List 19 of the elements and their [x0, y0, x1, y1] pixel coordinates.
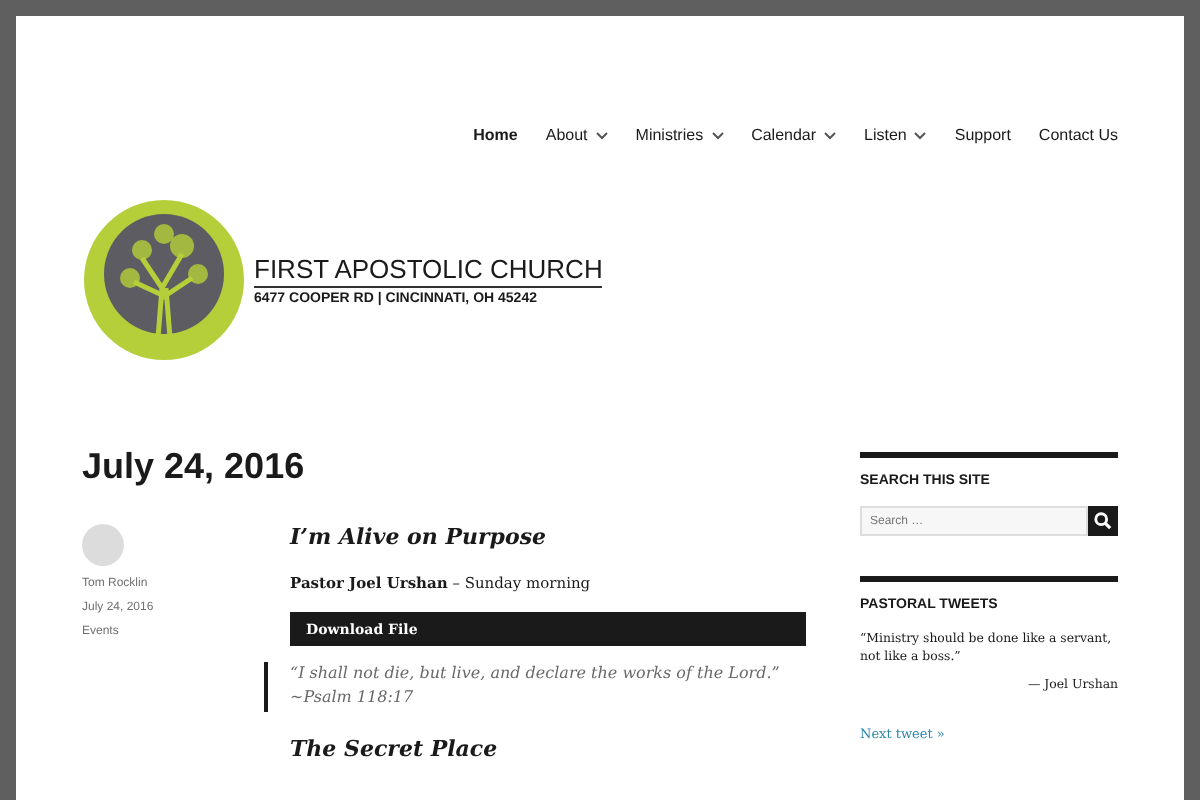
nav-link[interactable]: Home	[473, 120, 518, 150]
nav-link[interactable]: Contact Us	[1038, 120, 1118, 150]
scripture-quote: “I shall not die, but live, and declare the works of the Lord.” ~Psalm 118:17	[264, 662, 806, 712]
nav-link[interactable]: Ministries	[635, 120, 724, 150]
nav-link[interactable]: Support	[954, 120, 1011, 150]
chevron-down-icon	[914, 131, 927, 139]
church-name: FIRST APOSTOLIC CHURCH	[254, 254, 603, 288]
nav-link[interactable]: About	[545, 120, 608, 150]
post-title[interactable]: I’m Alive on Purpose	[290, 524, 806, 550]
search-button[interactable]	[1088, 506, 1118, 536]
chevron-down-icon	[711, 131, 724, 139]
chevron-down-icon	[595, 131, 608, 139]
post-title[interactable]: The Secret Place	[290, 735, 806, 762]
avatar-icon	[82, 524, 124, 566]
chevron-down-icon	[824, 131, 837, 139]
nav-link[interactable]: Listen	[864, 120, 927, 150]
nav-link[interactable]: Calendar	[751, 120, 837, 150]
tree-logo-icon	[82, 198, 246, 362]
page-title: July 24, 2016	[82, 446, 307, 488]
